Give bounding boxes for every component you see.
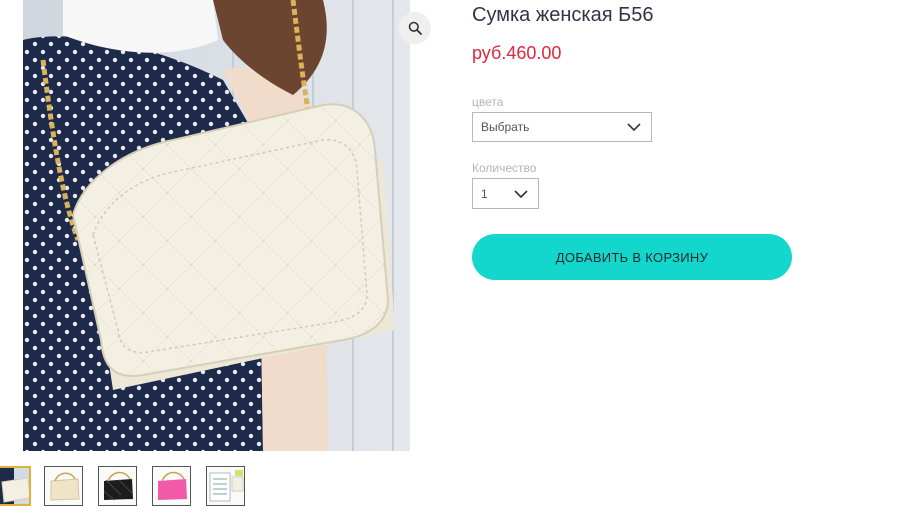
product-title: Сумка женская Б56 bbox=[472, 4, 654, 26]
thumbnail-size-chart[interactable] bbox=[206, 466, 245, 506]
product-main-image[interactable] bbox=[23, 0, 410, 451]
magnifier-icon bbox=[408, 21, 422, 35]
color-label: цвета bbox=[472, 95, 504, 109]
product-price: руб.460.00 bbox=[472, 43, 562, 63]
quantity-select[interactable]: 1 bbox=[472, 178, 539, 209]
thumbnail-beige-bag[interactable] bbox=[44, 466, 83, 506]
color-select-value: Выбрать bbox=[481, 120, 530, 134]
chevron-down-icon bbox=[627, 123, 641, 132]
thumbnail-pink-bag[interactable] bbox=[152, 466, 191, 506]
zoom-button[interactable] bbox=[399, 12, 431, 44]
quantity-select-value: 1 bbox=[481, 186, 488, 201]
color-select[interactable]: Выбрать bbox=[472, 112, 652, 142]
thumbnail-white-bag[interactable] bbox=[0, 466, 31, 506]
thumbnail-black-bag[interactable] bbox=[98, 466, 137, 506]
add-to-cart-button[interactable]: ДОБАВИТЬ В КОРЗИНУ bbox=[472, 234, 792, 280]
quantity-label: Количество bbox=[472, 161, 537, 175]
chevron-down-icon bbox=[514, 189, 528, 198]
